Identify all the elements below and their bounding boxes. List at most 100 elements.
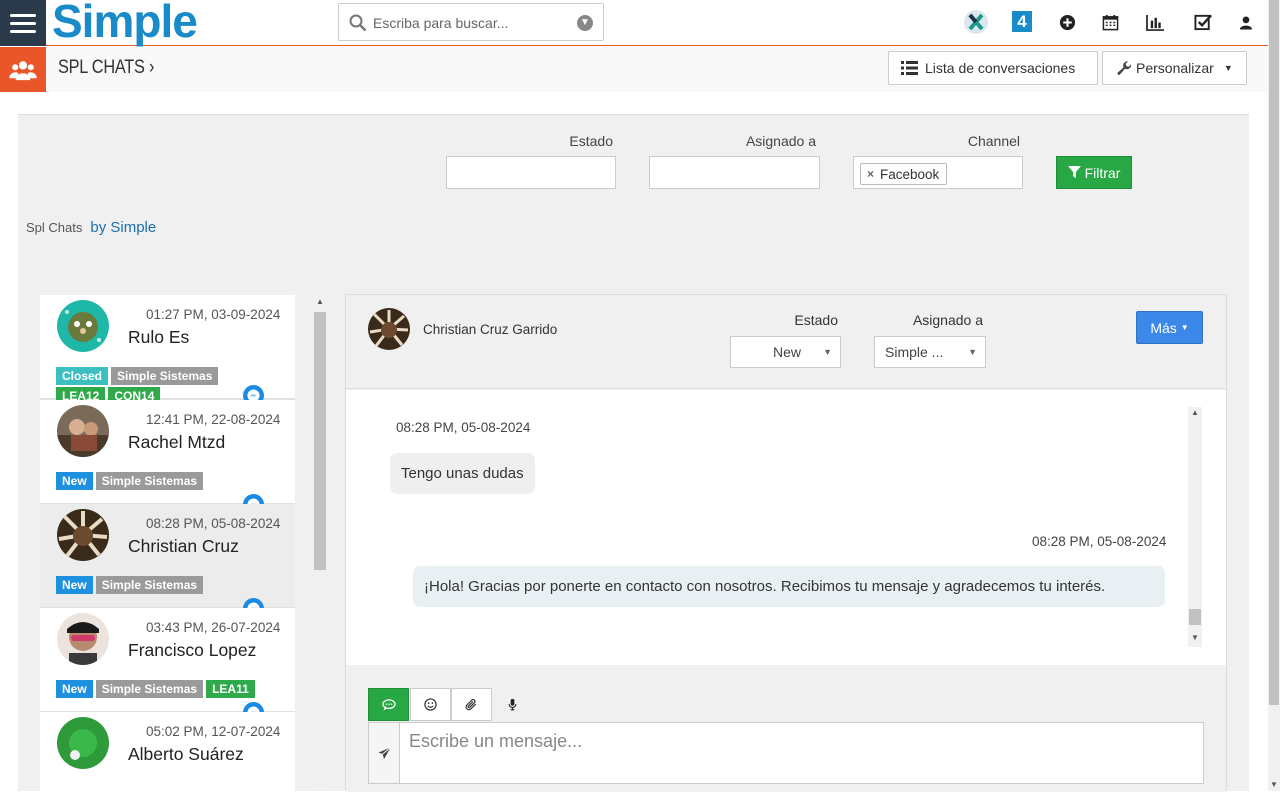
customize-label: Personalizar bbox=[1136, 60, 1214, 76]
plus-circle-icon[interactable] bbox=[1056, 11, 1078, 33]
filter-button[interactable]: Filtrar bbox=[1056, 156, 1132, 189]
asignado-select-value: Simple ... bbox=[885, 344, 944, 360]
estado-label: Estado bbox=[794, 312, 838, 328]
contact-avatar bbox=[368, 308, 410, 350]
list-icon bbox=[901, 61, 918, 75]
filter-button-label: Filtrar bbox=[1084, 164, 1121, 181]
filter-panel: Estado Asignado a Channel × Facebook Fil… bbox=[18, 114, 1249, 274]
channel-filter-input[interactable]: × Facebook bbox=[853, 156, 1023, 189]
page-scrollbar[interactable]: ▼ bbox=[1268, 0, 1280, 791]
paperclip-icon[interactable] bbox=[451, 688, 492, 721]
chat-list-scrollbar[interactable]: ▲ bbox=[313, 295, 327, 791]
estado-select-value: New bbox=[773, 344, 802, 360]
chat-contact-name: Christian Cruz bbox=[128, 536, 239, 556]
chat-contact-name: Rulo Es bbox=[128, 327, 190, 347]
asignado-filter-input[interactable] bbox=[649, 156, 820, 189]
incoming-message-bubble: Tengo unas dudas bbox=[390, 453, 535, 494]
app-credit: Spl Chats by Simple bbox=[26, 219, 156, 236]
chat-list-item[interactable]: 12:41 PM, 22-08-2024 Rachel Mtzd New Simple… bbox=[40, 400, 295, 515]
chat-list: 01:27 PM, 03-09-2024 Rulo Es Closed Simple … bbox=[40, 295, 295, 791]
contact-avatar bbox=[57, 405, 109, 457]
bar-chart-icon[interactable] bbox=[1144, 11, 1166, 33]
conversation-list-label: Lista de conversaciones bbox=[925, 60, 1076, 76]
chat-timestamp: 08:28 PM, 05-08-2024 bbox=[146, 516, 281, 531]
more-button-label: Más bbox=[1150, 319, 1177, 336]
emoji-icon[interactable] bbox=[410, 688, 451, 721]
chevron-right-icon: › bbox=[148, 57, 155, 78]
search-input[interactable] bbox=[373, 12, 573, 34]
hamburger-menu-button[interactable] bbox=[0, 0, 46, 46]
chat-tags: New Simple Sistemas LEA11 bbox=[56, 680, 266, 698]
estado-filter-label: Estado bbox=[569, 133, 613, 149]
chat-timestamp: 01:27 PM, 03-09-2024 bbox=[146, 307, 281, 322]
chat-tag: Simple Sistemas bbox=[111, 367, 219, 385]
send-icon[interactable] bbox=[368, 722, 400, 784]
search-icon bbox=[349, 14, 367, 32]
top-navbar: Simple ▼ 4 bbox=[0, 0, 1268, 47]
funnel-icon bbox=[1067, 166, 1081, 179]
chat-timestamp: 12:41 PM, 22-08-2024 bbox=[146, 412, 281, 427]
chat-list-item[interactable]: 05:02 PM, 12-07-2024 Alberto Suárez bbox=[40, 712, 295, 791]
contact-name: Christian Cruz Garrido bbox=[423, 322, 558, 337]
users-icon bbox=[0, 47, 46, 92]
message-timestamp: 08:28 PM, 05-08-2024 bbox=[1032, 534, 1167, 549]
facebook-channel-chip[interactable]: × Facebook bbox=[860, 163, 948, 185]
asignado-label: Asignado a bbox=[912, 312, 983, 328]
chat-tag: LEA11 bbox=[206, 680, 255, 698]
asignado-filter-label: Asignado a bbox=[745, 133, 816, 149]
conversation-header: Christian Cruz Garrido Estado New ▼ Asign… bbox=[346, 295, 1226, 389]
channel-filter-label: Channel bbox=[967, 133, 1020, 149]
message-scrollbar[interactable]: ▲ ▼ bbox=[1188, 407, 1202, 647]
outgoing-message-bubble: ¡Hola! Gracias por ponerte en contacto c… bbox=[413, 566, 1165, 607]
contact-avatar bbox=[57, 300, 109, 352]
breadcrumb-label: SPL CHATS bbox=[58, 57, 145, 78]
badge-number: 4 bbox=[1017, 11, 1027, 31]
chevron-down-icon: ▼ bbox=[968, 347, 977, 357]
chat-list-item[interactable]: 03:43 PM, 26-07-2024 Francisco Lopez New Si… bbox=[40, 608, 295, 723]
chat-tag: Simple Sistemas bbox=[95, 472, 204, 490]
customize-button[interactable]: Personalizar ▼ bbox=[1102, 51, 1247, 85]
message-thread: 08:28 PM, 05-08-2024 Tengo unas dudas 08… bbox=[346, 390, 1226, 665]
contact-avatar bbox=[57, 509, 109, 561]
chat-tag: Simple Sistemas bbox=[95, 680, 204, 698]
chat-timestamp: 03:43 PM, 26-07-2024 bbox=[146, 620, 281, 635]
x-app-icon[interactable] bbox=[962, 8, 989, 35]
more-button[interactable]: Más ▼ bbox=[1136, 311, 1203, 344]
search-box[interactable]: ▼ bbox=[338, 3, 604, 41]
asignado-select[interactable]: Simple ... ▼ bbox=[874, 336, 986, 368]
chat-tag: New bbox=[56, 576, 93, 594]
user-icon[interactable] bbox=[1235, 11, 1257, 33]
chat-contact-name: Rachel Mtzd bbox=[128, 432, 226, 452]
conversation-panel: Christian Cruz Garrido Estado New ▼ Asign… bbox=[345, 294, 1227, 792]
remove-chip-icon[interactable]: × bbox=[867, 167, 874, 181]
contact-avatar bbox=[57, 613, 109, 665]
calendar-icon[interactable] bbox=[1099, 11, 1121, 33]
channel-chip-label: Facebook bbox=[880, 166, 940, 182]
chat-tags: New Simple Sistemas bbox=[56, 576, 266, 594]
estado-select[interactable]: New ▼ bbox=[730, 336, 841, 368]
badge-4-icon[interactable]: 4 bbox=[1012, 11, 1032, 32]
chat-list-item[interactable]: 08:28 PM, 05-08-2024 Christian Cruz New Sim… bbox=[40, 504, 295, 619]
microphone-icon[interactable] bbox=[492, 688, 533, 721]
chat-contact-name: Francisco Lopez bbox=[128, 640, 257, 660]
estado-filter-input[interactable] bbox=[446, 156, 616, 189]
chat-list-item[interactable]: 01:27 PM, 03-09-2024 Rulo Es Closed Simple … bbox=[40, 295, 295, 406]
caret-down-icon: ▼ bbox=[1180, 323, 1189, 332]
search-dropdown-icon[interactable]: ▼ bbox=[577, 15, 593, 31]
chat-tag: Simple Sistemas bbox=[95, 576, 204, 594]
chat-tags: New Simple Sistemas bbox=[56, 472, 266, 490]
chevron-down-icon: ▼ bbox=[823, 347, 832, 357]
chat-contact-name: Alberto Suárez bbox=[128, 744, 244, 764]
credit-app-name: Spl Chats bbox=[26, 220, 83, 235]
breadcrumb[interactable]: SPL CHATS › bbox=[58, 57, 154, 79]
message-timestamp: 08:28 PM, 05-08-2024 bbox=[396, 420, 531, 435]
chat-bubble-icon[interactable] bbox=[368, 688, 409, 721]
contact-avatar bbox=[57, 717, 109, 769]
conversation-list-button[interactable]: Lista de conversaciones bbox=[888, 51, 1098, 85]
module-header: SPL CHATS › Lista de conversaciones Pers… bbox=[0, 47, 1268, 92]
checkbox-icon[interactable] bbox=[1192, 11, 1214, 33]
message-input[interactable] bbox=[399, 722, 1204, 784]
app-logo[interactable]: Simple bbox=[52, 0, 198, 47]
chat-timestamp: 05:02 PM, 12-07-2024 bbox=[146, 724, 281, 739]
credit-by-link[interactable]: by Simple bbox=[90, 219, 156, 236]
